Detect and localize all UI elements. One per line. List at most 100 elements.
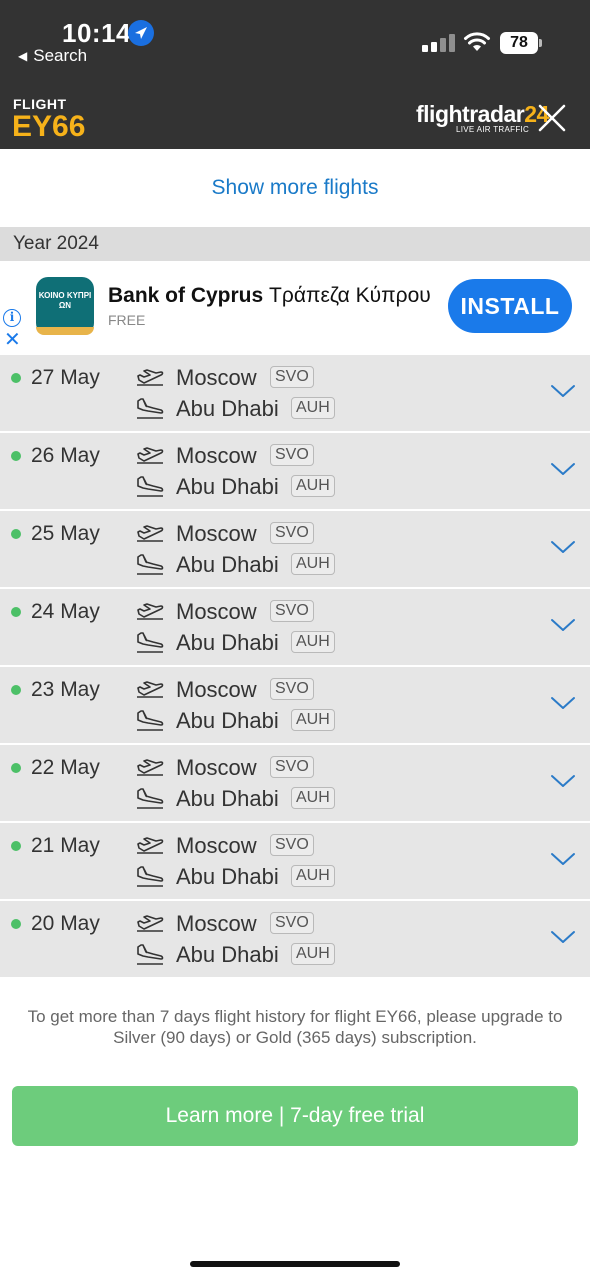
departure-city: Moscow: [176, 443, 257, 468]
takeoff-icon: [137, 447, 164, 464]
flight-date: 23 May: [31, 678, 100, 701]
arrival-city: Abu Dhabi: [176, 630, 279, 655]
arrival-code-badge: AUH: [291, 709, 335, 731]
departure-code-badge: SVO: [270, 600, 314, 622]
landing-icon: [137, 398, 164, 419]
flight-row[interactable]: 20 May Moscow SVO Abu Dhabi AUH: [0, 901, 590, 977]
ad-title: Bank of Cyprus Τράπεζα Κύπρου: [108, 284, 431, 308]
flight-date: 27 May: [31, 366, 100, 389]
flight-number: EY66: [12, 110, 86, 143]
departure-city: Moscow: [176, 755, 257, 780]
arrival-city: Abu Dhabi: [176, 786, 279, 811]
status-dot: [11, 607, 21, 617]
arrival-code-badge: AUH: [291, 553, 335, 575]
takeoff-icon: [137, 603, 164, 620]
takeoff-icon: [137, 525, 164, 542]
departure-city: Moscow: [176, 521, 257, 546]
expand-chevron-icon[interactable]: [550, 695, 576, 711]
expand-chevron-icon[interactable]: [550, 773, 576, 789]
flight-row[interactable]: 26 May Moscow SVO Abu Dhabi AUH: [0, 433, 590, 509]
ad-title-rest: Τράπεζα Κύπρου: [269, 284, 431, 307]
flight-date: 26 May: [31, 444, 100, 467]
takeoff-icon: [137, 759, 164, 776]
flight-row[interactable]: 22 May Moscow SVO Abu Dhabi AUH: [0, 745, 590, 821]
expand-chevron-icon[interactable]: [550, 851, 576, 867]
departure-city: Moscow: [176, 599, 257, 624]
expand-chevron-icon[interactable]: [550, 461, 576, 477]
back-label: Search: [33, 46, 88, 65]
flightradar24-logo: flightradar24: [416, 101, 549, 128]
expand-chevron-icon[interactable]: [550, 929, 576, 945]
flight-row[interactable]: 23 May Moscow SVO Abu Dhabi AUH: [0, 667, 590, 743]
ad-info-icon[interactable]: i: [3, 309, 21, 327]
departure-code-badge: SVO: [270, 756, 314, 778]
departure-code-badge: SVO: [270, 834, 314, 856]
landing-icon: [137, 554, 164, 575]
arrival-code-badge: AUH: [291, 787, 335, 809]
takeoff-icon: [137, 681, 164, 698]
back-to-search-button[interactable]: ◀ Search: [18, 46, 87, 66]
flight-row[interactable]: 21 May Moscow SVO Abu Dhabi AUH: [0, 823, 590, 899]
install-button[interactable]: INSTALL: [448, 279, 572, 333]
flight-date: 25 May: [31, 522, 100, 545]
flight-row[interactable]: 24 May Moscow SVO Abu Dhabi AUH: [0, 589, 590, 665]
year-section-header: Year 2024: [0, 227, 590, 261]
landing-icon: [137, 944, 164, 965]
expand-chevron-icon[interactable]: [550, 617, 576, 633]
takeoff-icon: [137, 369, 164, 386]
cell-signal-icon: [422, 34, 456, 52]
status-dot: [11, 919, 21, 929]
flight-date: 22 May: [31, 756, 100, 779]
departure-code-badge: SVO: [270, 366, 314, 388]
ad-banner[interactable]: ΚΟΙΝΟ ΚΥΠΡΙ ΩΝ Bank of Cyprus Τράπεζα Κύ…: [0, 261, 590, 355]
brand-main: flightradar: [416, 101, 525, 127]
location-arrow-icon: [128, 20, 154, 46]
departure-code-badge: SVO: [270, 678, 314, 700]
flight-list: 27 May Moscow SVO Abu Dhabi AUH 26 May Moscow…: [0, 355, 590, 979]
departure-city: Moscow: [176, 677, 257, 702]
takeoff-icon: [137, 915, 164, 932]
departure-city: Moscow: [176, 365, 257, 390]
arrival-code-badge: AUH: [291, 865, 335, 887]
ad-close-icon[interactable]: ✕: [4, 330, 21, 350]
back-triangle-icon: ◀: [18, 49, 28, 63]
arrival-city: Abu Dhabi: [176, 552, 279, 577]
landing-icon: [137, 632, 164, 653]
flight-date: 21 May: [31, 834, 100, 857]
status-dot: [11, 685, 21, 695]
status-time: 10:14: [62, 18, 131, 48]
departure-city: Moscow: [176, 911, 257, 936]
ad-subtitle: FREE: [108, 312, 146, 328]
status-dot: [11, 451, 21, 461]
status-dot: [11, 529, 21, 539]
status-dot: [11, 373, 21, 383]
flight-date: 20 May: [31, 912, 100, 935]
learn-more-button[interactable]: Learn more | 7-day free trial: [12, 1086, 578, 1146]
brand-tagline: LIVE AIR TRAFFIC: [456, 125, 530, 134]
arrival-code-badge: AUH: [291, 943, 335, 965]
landing-icon: [137, 476, 164, 497]
flight-row[interactable]: 27 May Moscow SVO Abu Dhabi AUH: [0, 355, 590, 431]
departure-city: Moscow: [176, 833, 257, 858]
arrival-city: Abu Dhabi: [176, 396, 279, 421]
landing-icon: [137, 710, 164, 731]
close-icon[interactable]: [537, 103, 567, 133]
departure-code-badge: SVO: [270, 912, 314, 934]
arrival-city: Abu Dhabi: [176, 864, 279, 889]
arrival-code-badge: AUH: [291, 397, 335, 419]
show-more-flights-link[interactable]: Show more flights: [0, 149, 590, 227]
departure-code-badge: SVO: [270, 522, 314, 544]
upgrade-note: To get more than 7 days flight history f…: [27, 1007, 563, 1047]
expand-chevron-icon[interactable]: [550, 539, 576, 555]
expand-chevron-icon[interactable]: [550, 383, 576, 399]
wifi-icon: [464, 32, 490, 51]
home-indicator: [190, 1261, 400, 1267]
arrival-city: Abu Dhabi: [176, 942, 279, 967]
arrival-city: Abu Dhabi: [176, 708, 279, 733]
takeoff-icon: [137, 837, 164, 854]
battery-indicator: 78: [500, 32, 542, 54]
flight-row[interactable]: 25 May Moscow SVO Abu Dhabi AUH: [0, 511, 590, 587]
arrival-code-badge: AUH: [291, 475, 335, 497]
arrival-city: Abu Dhabi: [176, 474, 279, 499]
bank-logo: ΚΟΙΝΟ ΚΥΠΡΙ ΩΝ: [36, 277, 94, 335]
